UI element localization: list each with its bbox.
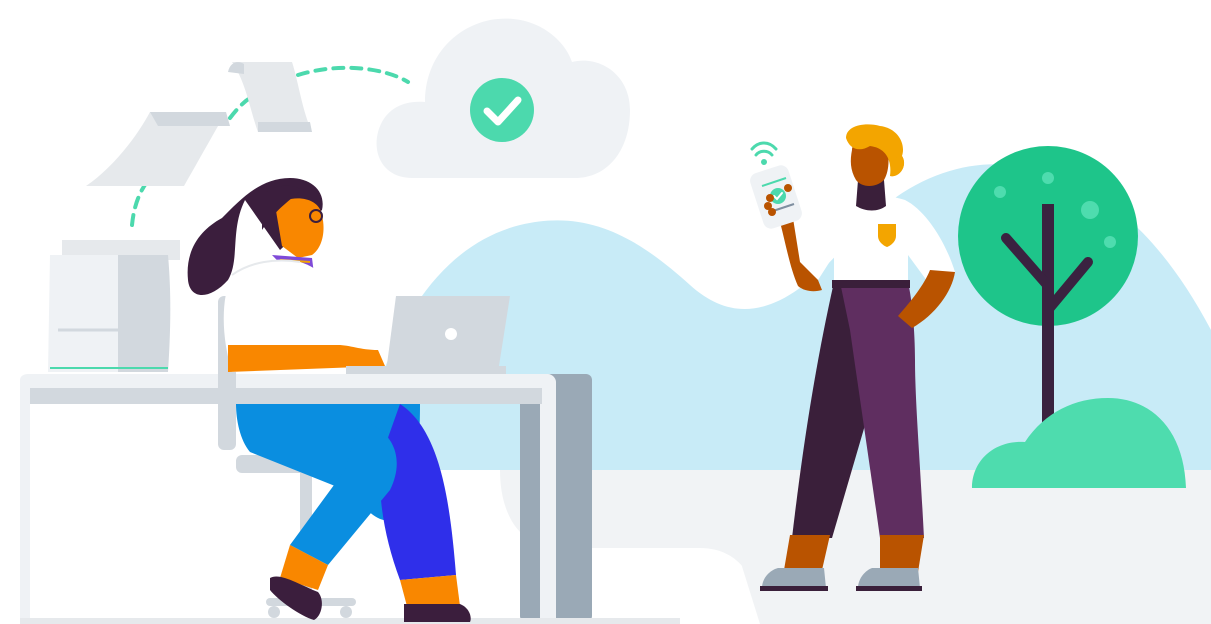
dot-logo-icon — [445, 328, 457, 340]
cloud-check-icon — [376, 18, 630, 178]
office-illustration — [20, 18, 1211, 624]
sync-connector-top — [296, 65, 410, 84]
wifi-icon — [750, 141, 778, 165]
illustration-canvas — [0, 0, 1211, 624]
printer — [48, 240, 180, 372]
paper-sheet-mid — [86, 112, 230, 186]
smartphone — [750, 165, 802, 229]
